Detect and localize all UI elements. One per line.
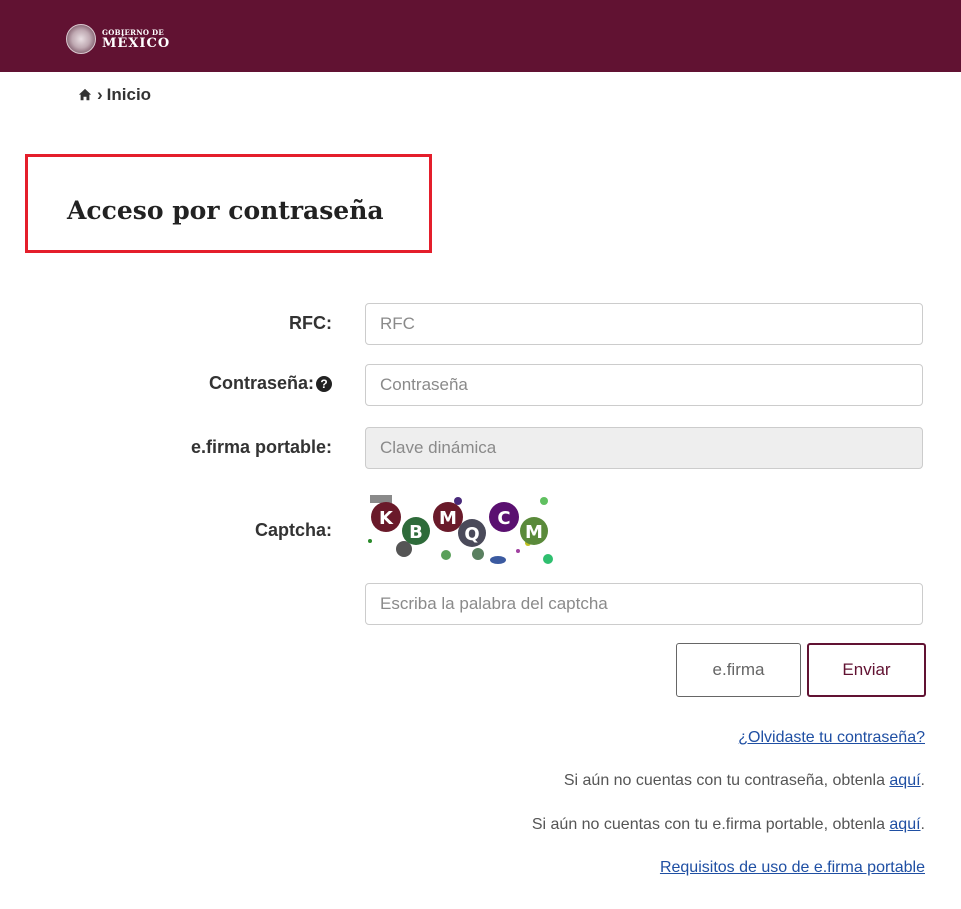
logo-big-text: MÉXICO (102, 35, 171, 51)
efirma-portable-input (365, 427, 923, 469)
coat-of-arms-icon (66, 24, 96, 54)
efirma-portable-label: e.firma portable: (190, 437, 332, 457)
breadcrumb-separator: › (97, 85, 103, 104)
captcha-char-5: C (497, 508, 510, 529)
captcha-char-3: M (439, 508, 457, 529)
logo-small-text: GOBIERNO DE (102, 27, 165, 37)
password-label: Contraseña: ? (209, 373, 332, 394)
captcha-label: Captcha: (254, 520, 332, 540)
obtain-password-link[interactable]: aquí (889, 772, 920, 789)
home-icon[interactable] (78, 88, 92, 102)
no-password-text: Si aún no cuentas con tu contraseña, obt… (563, 772, 890, 789)
requirements-link[interactable]: Requisitos de uso de e.firma portable (660, 859, 925, 876)
forgot-password-row: ¿Olvidaste tu contraseña? (738, 729, 925, 747)
rfc-label: RFC: (289, 313, 332, 333)
password-input[interactable] (365, 364, 923, 406)
efirma-button[interactable]: e.firma (676, 643, 801, 697)
page-title: Acceso por contraseña (67, 196, 384, 225)
gobierno-logo[interactable]: GOBIERNO DE MÉXICO (66, 24, 170, 54)
captcha-char-2: B (409, 522, 423, 543)
obtain-efirma-link[interactable]: aquí (889, 816, 920, 833)
captcha-input[interactable] (365, 583, 923, 625)
breadcrumb: › Inicio (78, 85, 151, 105)
requirements-row: Requisitos de uso de e.firma portable (660, 859, 925, 877)
no-efirma-row: Si aún no cuentas con tu e.firma portabl… (531, 816, 925, 833)
forgot-password-link[interactable]: ¿Olvidaste tu contraseña? (738, 729, 925, 746)
top-bar: GOBIERNO DE MÉXICO (0, 0, 961, 72)
captcha-char-4: Q (464, 524, 479, 545)
breadcrumb-current: Inicio (106, 85, 152, 104)
no-password-row: Si aún no cuentas con tu contraseña, obt… (563, 772, 925, 789)
rfc-input[interactable] (365, 303, 923, 345)
no-efirma-text: Si aún no cuentas con tu e.firma portabl… (531, 816, 890, 833)
captcha-image: K B M Q C M (368, 495, 553, 564)
enviar-button[interactable]: Enviar (807, 643, 926, 697)
captcha-char-1: K (379, 508, 394, 529)
question-circle-icon[interactable]: ? (316, 375, 332, 392)
captcha-char-6: M (525, 522, 543, 543)
